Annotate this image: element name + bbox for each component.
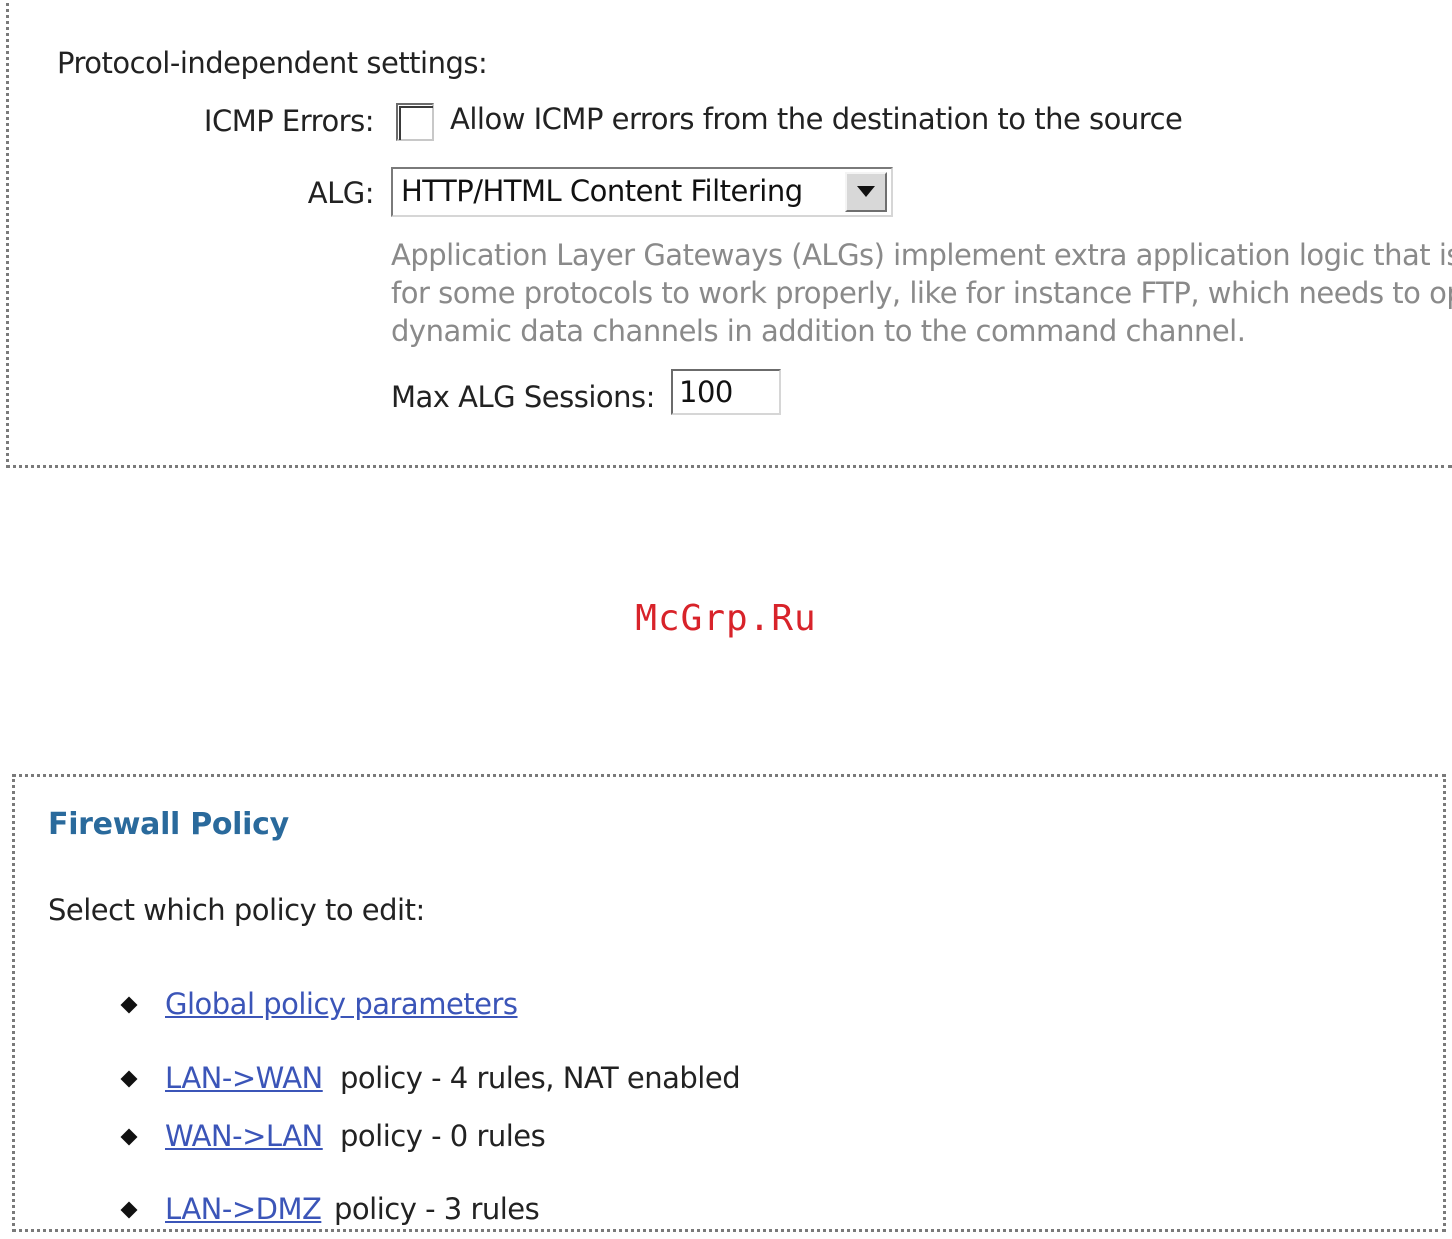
bullet-icon [120, 996, 138, 1014]
policy-link-global[interactable]: Global policy parameters [165, 987, 518, 1021]
icmp-errors-checkbox-text: Allow ICMP errors from the destination t… [450, 102, 1183, 136]
dropdown-arrow-icon[interactable] [845, 172, 887, 212]
policy-link-lan-dmz[interactable]: LAN->DMZ [165, 1192, 322, 1226]
watermark: McGrp.Ru [635, 598, 817, 639]
max-alg-sessions-input[interactable] [671, 369, 781, 415]
alg-description-line: dynamic data channels in addition to the… [391, 314, 1246, 348]
alg-description-line: Application Layer Gateways (ALGs) implem… [391, 238, 1452, 272]
protocol-settings-panel: Protocol-independent settings: ICMP Erro… [6, 0, 1452, 468]
policy-link-wan-lan[interactable]: WAN->LAN [165, 1119, 323, 1153]
firewall-policy-intro: Select which policy to edit: [48, 893, 425, 927]
alg-label: ALG: [307, 176, 375, 210]
firewall-policy-panel: Firewall Policy Select which policy to e… [12, 774, 1446, 1232]
alg-description-line: for some protocols to work properly, lik… [391, 276, 1452, 310]
firewall-policy-title: Firewall Policy [48, 807, 289, 842]
policy-summary: policy - 4 rules, NAT enabled [340, 1061, 741, 1095]
alg-select[interactable]: HTTP/HTML Content Filtering [391, 167, 893, 217]
bullet-icon [120, 1070, 138, 1088]
policy-summary: policy - 3 rules [334, 1192, 540, 1226]
policy-link-lan-wan[interactable]: LAN->WAN [165, 1061, 323, 1095]
page: Protocol-independent settings: ICMP Erro… [0, 0, 1452, 1239]
bullet-icon [120, 1201, 138, 1219]
icmp-errors-label: ICMP Errors: [203, 104, 375, 138]
icmp-errors-checkbox[interactable] [396, 103, 434, 141]
alg-description: Application Layer Gateways (ALGs) implem… [391, 236, 1452, 350]
bullet-icon [120, 1128, 138, 1146]
policy-summary: policy - 0 rules [340, 1119, 546, 1153]
protocol-settings-heading: Protocol-independent settings: [57, 46, 488, 80]
alg-select-value: HTTP/HTML Content Filtering [401, 174, 803, 208]
max-alg-sessions-label: Max ALG Sessions: [391, 380, 655, 414]
